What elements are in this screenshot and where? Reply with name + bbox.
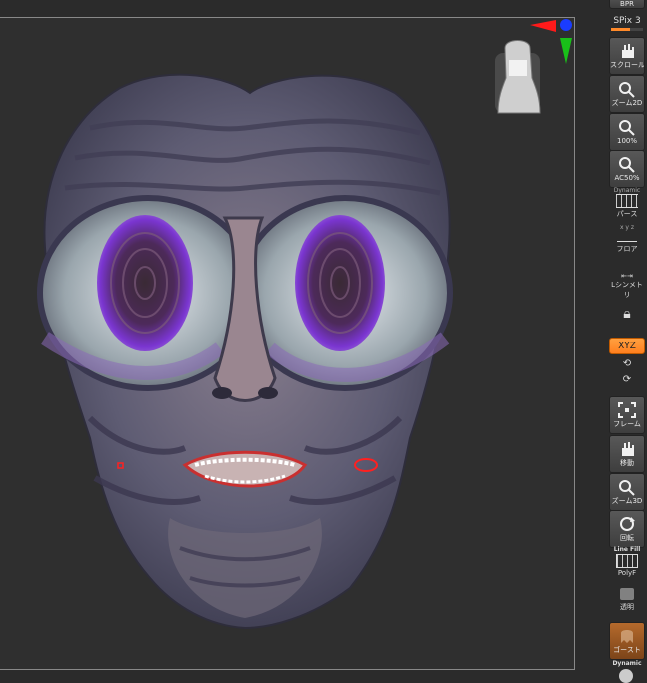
magnifier-icon	[617, 118, 637, 136]
ghost-icon	[617, 627, 637, 645]
floor-label: フロア	[616, 245, 638, 253]
transparent-button[interactable]: 透明	[609, 588, 645, 614]
scroll-button[interactable]: スクロール	[609, 37, 645, 75]
x-axis-arrow	[530, 20, 556, 32]
persp-caption: Dynamic	[613, 187, 641, 194]
floor-button[interactable]: フロア	[609, 232, 645, 254]
rotate-y-icon[interactable]: ⟲	[609, 358, 645, 369]
transparent-icon	[620, 588, 634, 600]
rotate-icon	[617, 515, 637, 533]
spix-slider-fill	[611, 28, 631, 31]
lsym-label: Lシンメトリ	[611, 281, 643, 299]
scroll-label: スクロール	[610, 61, 644, 69]
polyframe-icon	[616, 554, 638, 568]
lock-icon: 🔒︎	[623, 306, 631, 322]
orientation-gizmo[interactable]	[495, 19, 572, 114]
polyf-button[interactable]: PolyF	[609, 554, 645, 577]
zoom2d-label: ズーム2D	[611, 99, 643, 107]
xyz-button[interactable]: XYZ	[609, 338, 645, 354]
spix-label: SPix 3	[613, 16, 641, 26]
magnifier-icon	[617, 155, 637, 173]
sym-arrows-icon: ⇤⇥	[621, 272, 633, 280]
floor-caption: x y z	[619, 224, 635, 231]
bottom-caption: Dynamic	[612, 660, 642, 667]
aahalf-button[interactable]: AC50%	[609, 150, 645, 188]
ghost-button[interactable]: ゴースト	[609, 622, 645, 660]
rotate-z-icon[interactable]: ⟳	[609, 374, 645, 385]
polyf-label: PolyF	[617, 569, 637, 577]
aahalf-label: AC50%	[614, 174, 640, 182]
canvas-viewport[interactable]	[0, 17, 575, 670]
ghost-label: ゴースト	[613, 646, 641, 654]
y-axis-arrow	[560, 38, 572, 64]
top-bar	[0, 0, 647, 17]
frame-icon	[617, 401, 637, 419]
lsym-button[interactable]: ⇤⇥ Lシンメトリ	[609, 272, 645, 299]
frame-label: フレーム	[613, 420, 641, 428]
actual-size-button[interactable]: 100%	[609, 113, 645, 151]
xyz-label: XYZ	[618, 342, 636, 350]
rotate-button[interactable]: 回転	[609, 510, 645, 548]
grid-icon	[616, 194, 638, 208]
perspective-label: パース	[616, 210, 638, 218]
polyf-caption: Line Fill	[613, 546, 641, 553]
right-shelf: BPR SPix 3 スクロール ズーム2D 100% AC50% Dynami…	[601, 0, 647, 683]
move-button[interactable]: 移動	[609, 435, 645, 473]
z-axis-dot	[560, 19, 572, 31]
zoom3d-label: ズーム3D	[611, 497, 643, 505]
frame-button[interactable]: フレーム	[609, 396, 645, 434]
spix-slider[interactable]	[611, 28, 643, 31]
magnifier-icon	[617, 80, 637, 98]
move-label: 移動	[620, 459, 634, 467]
zoom2d-button[interactable]: ズーム2D	[609, 75, 645, 113]
solo-sphere-icon[interactable]	[619, 669, 633, 683]
perspective-button[interactable]: パース	[609, 194, 645, 218]
rotate-label: 回転	[620, 534, 634, 542]
sculpted-face-model	[37, 19, 572, 630]
hand-icon	[617, 42, 637, 60]
move-hand-icon	[617, 440, 637, 458]
lock-button[interactable]: 🔒︎	[609, 306, 645, 328]
bpr-label: BPR	[620, 0, 634, 8]
zoom3d-button[interactable]: ズーム3D	[609, 473, 645, 511]
transparent-label: 透明	[620, 603, 634, 611]
magnifier-icon	[617, 478, 637, 496]
actual-size-label: 100%	[616, 137, 637, 145]
floor-icon	[617, 235, 637, 242]
bpr-button[interactable]: BPR	[609, 0, 645, 9]
